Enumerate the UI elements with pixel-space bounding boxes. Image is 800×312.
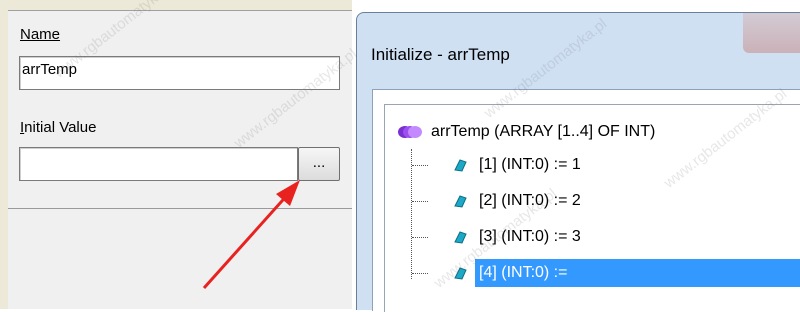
name-label: Name [20,26,61,43]
element-icon [454,267,467,280]
initialize-dialog: Initialize - arrTemp arrTemp (ARRAY [1..… [356,12,800,312]
tree-item-4[interactable]: [4] (INT:0) := [453,257,800,289]
tree-connector-4 [412,273,428,274]
tree-root-label: arrTemp (ARRAY [1..4] OF INT) [431,123,656,140]
init-tree: arrTemp (ARRAY [1..4] OF INT) [1] (INT:0… [384,104,800,312]
array-icon [398,126,422,138]
properties-panel: Name arrTemp Initial Value ... [0,0,352,309]
tree-connector-3 [412,237,428,238]
dialog-title: Initialize - arrTemp [371,45,510,64]
tree-item-label: [3] (INT:0) := 3 [479,228,581,245]
tree-item-2[interactable]: [2] (INT:0) := 2 [453,185,585,217]
tree-item-label: [2] (INT:0) := 2 [479,192,581,209]
tree-item-3[interactable]: [3] (INT:0) := 3 [453,221,585,253]
element-icon [454,159,467,172]
tree-root-node[interactable]: arrTemp (ARRAY [1..4] OF INT) [397,119,655,145]
tree-connector-2 [412,201,428,202]
tree-connector [411,149,412,279]
close-button[interactable] [743,13,800,53]
tree-item-label: [1] (INT:0) := 1 [479,156,581,173]
tree-item-1[interactable]: [1] (INT:0) := 1 [453,149,585,181]
dialog-client-area: arrTemp (ARRAY [1..4] OF INT) [1] (INT:0… [372,89,800,312]
name-field[interactable]: arrTemp [19,56,340,90]
red-arrow-annotation [202,180,300,290]
initial-value-label: Initial Value [20,119,97,136]
element-icon [454,195,467,208]
tree-connector-1 [412,165,428,166]
element-icon [454,231,467,244]
tree-item-label: [4] (INT:0) := [475,259,800,287]
